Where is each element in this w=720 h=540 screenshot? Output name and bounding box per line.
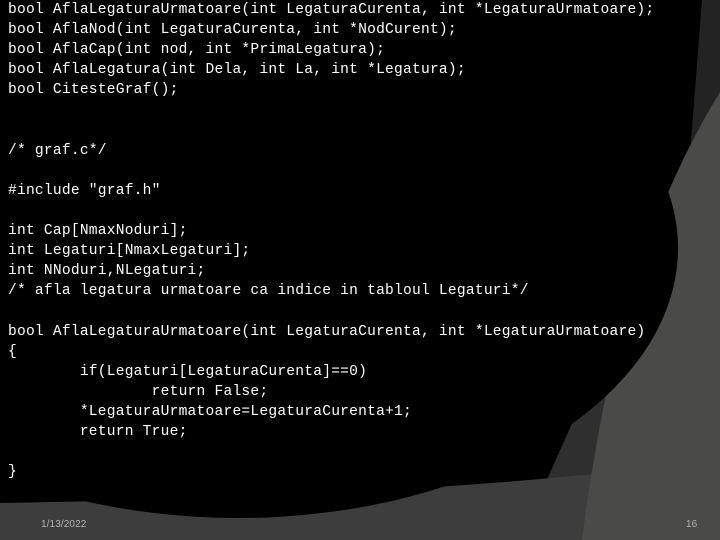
code-listing: bool AflaLegaturaUrmatoare(int LegaturaC… <box>8 2 655 481</box>
footer-date: 1/13/2022 <box>41 519 87 530</box>
presentation-slide: bool AflaLegaturaUrmatoare(int LegaturaC… <box>0 0 720 540</box>
footer-slide-number: 16 <box>686 519 698 530</box>
